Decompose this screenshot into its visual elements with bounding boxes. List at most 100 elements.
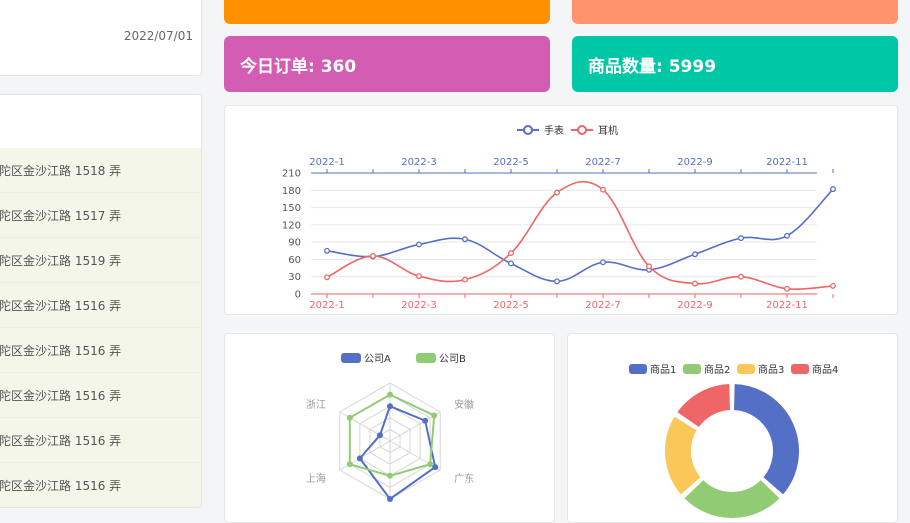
radar-point [427, 461, 434, 468]
legend-item-2: 耳机 [571, 124, 618, 137]
legend-swatch [416, 353, 436, 363]
table-row: 普陀区金沙江路 1516 弄 [0, 463, 201, 507]
stat-today-orders: 今日订单: 360 [224, 36, 550, 92]
legend-label: 公司A [364, 354, 391, 365]
table-row: 普陀区金沙江路 1516 弄 [0, 418, 201, 463]
pie-legend-item-3: 商品3 [737, 363, 784, 376]
address-table: 普陀区金沙江路 1518 弄普陀区金沙江路 1517 弄普陀区金沙江路 1519… [0, 94, 202, 508]
x-tick-label-bottom: 2022-11 [766, 300, 808, 311]
series-line-1 [326, 188, 834, 283]
radar-point [387, 496, 393, 502]
legend-label: 商品3 [758, 363, 784, 376]
x-tick-label-bottom: 2022-5 [493, 300, 528, 311]
data-point [324, 247, 330, 254]
data-point [830, 282, 836, 289]
address-cell: 普陀区金沙江路 1518 弄 [0, 163, 122, 178]
table-row: 普陀区金沙江路 1517 弄 [0, 193, 201, 238]
table-row: 普陀区金沙江路 1519 弄 [0, 238, 201, 283]
radar-legend-item-2: 公司B [416, 353, 466, 365]
y-tick-label: 90 [288, 238, 301, 249]
table-row: 普陀区金沙江路 1518 弄 [0, 148, 201, 193]
stat-today-orders-label: 今日订单: 360 [240, 56, 357, 77]
legend-swatch [737, 364, 755, 374]
data-point [830, 186, 836, 193]
data-point [462, 276, 468, 283]
radar-indicator-label: 广东 [454, 472, 474, 485]
legend-marker [523, 125, 533, 135]
x-tick-label-top: 2022-9 [677, 157, 712, 168]
legend-swatch [683, 364, 701, 374]
line-chart: 手表 耳机 0 30 60 90 120 150 180 210 2022-1 2022-1 2022-… [282, 124, 836, 311]
pie-legend-item-2: 商品2 [683, 363, 730, 376]
y-tick-label: 180 [282, 186, 301, 197]
data-point [416, 241, 422, 248]
data-point [370, 253, 376, 259]
address-cell: 普陀区金沙江路 1516 弄 [0, 478, 122, 493]
data-point [508, 260, 514, 267]
x-tick-label-top: 2022-1 [309, 157, 344, 168]
address-cell: 普陀区金沙江路 1516 弄 [0, 433, 122, 448]
radar-point [432, 464, 439, 471]
pie-chart: 商品1 商品2 商品3 商品4 [629, 363, 838, 520]
legend-marker [577, 125, 587, 135]
data-point [324, 274, 330, 281]
table-row: 普陀区金沙江路 1516 弄 [0, 283, 201, 328]
legend-label: 耳机 [598, 124, 618, 137]
summary-card: 2022/07/01 [0, 0, 202, 76]
address-cell: 普陀区金沙江路 1517 弄 [0, 208, 122, 223]
data-point [738, 235, 744, 242]
radar-point [346, 461, 353, 468]
data-point [784, 232, 790, 239]
radar-chart-card: 公司A 公司B 安徽 广东 上海 浙江 [224, 333, 555, 523]
address-cell: 普陀区金沙江路 1519 弄 [0, 253, 122, 268]
legend-swatch [629, 364, 647, 374]
table-row: 普陀区金沙江路 1516 弄 [0, 328, 201, 373]
data-point [554, 189, 560, 196]
table-header [0, 95, 201, 149]
legend-label: 手表 [544, 124, 564, 137]
radar-point [431, 412, 438, 419]
data-point [554, 278, 560, 285]
pie-legend-item-1: 商品1 [629, 363, 676, 376]
data-point [600, 259, 606, 266]
y-tick-label: 0 [295, 290, 301, 301]
x-tick-label-bottom: 2022-3 [401, 300, 436, 311]
radar-point [346, 414, 353, 421]
radar-point [376, 432, 383, 439]
x-tick-label-top: 2022-5 [493, 157, 528, 168]
radar-legend-item-1: 公司A [341, 353, 391, 365]
radar-point [356, 455, 363, 462]
address-cell: 普陀区金沙江路 1516 弄 [0, 388, 122, 403]
x-tick-label-bottom: 2022-9 [677, 300, 712, 311]
data-point [646, 263, 652, 270]
radar-point [387, 391, 393, 398]
legend-swatch [791, 364, 809, 374]
x-tick-label-top: 2022-11 [766, 157, 808, 168]
y-tick-label: 150 [282, 203, 301, 214]
data-point [692, 280, 698, 287]
stat-card-orange [224, 0, 550, 24]
radar-point [387, 472, 393, 479]
legend-item-1: 手表 [517, 124, 564, 137]
data-point [416, 273, 422, 280]
y-tick-label: 210 [282, 169, 301, 180]
legend-label: 商品2 [704, 363, 730, 376]
legend-swatch [341, 353, 361, 363]
legend-label: 商品4 [812, 363, 838, 376]
radar-indicator-label: 安徽 [454, 398, 474, 411]
stat-card-salmon [572, 0, 898, 24]
radar-chart: 公司A 公司B 安徽广东 上海 浙江 [306, 353, 474, 502]
data-point [462, 236, 468, 243]
date-label: 2022/07/01 [123, 29, 193, 43]
pie-legend-item-4: 商品4 [791, 363, 838, 376]
table-row: 普陀区金沙江路 1516 弄 [0, 373, 201, 418]
x-tick-label-top: 2022-7 [585, 157, 620, 168]
x-tick-label-bottom: 2022-1 [309, 300, 344, 311]
y-tick-label: 30 [288, 272, 301, 283]
stat-product-count-label: 商品数量: 5999 [588, 56, 717, 77]
pie-chart-card: 商品1 商品2 商品3 商品4 [567, 333, 898, 523]
line-chart-card: 手表 耳机 0 30 60 90 120 150 180 210 2022-1 2022-1 2022-… [224, 105, 898, 315]
radar-point [387, 403, 393, 410]
address-cell: 普陀区金沙江路 1516 弄 [0, 298, 122, 313]
pie-slice-2 [682, 477, 782, 520]
